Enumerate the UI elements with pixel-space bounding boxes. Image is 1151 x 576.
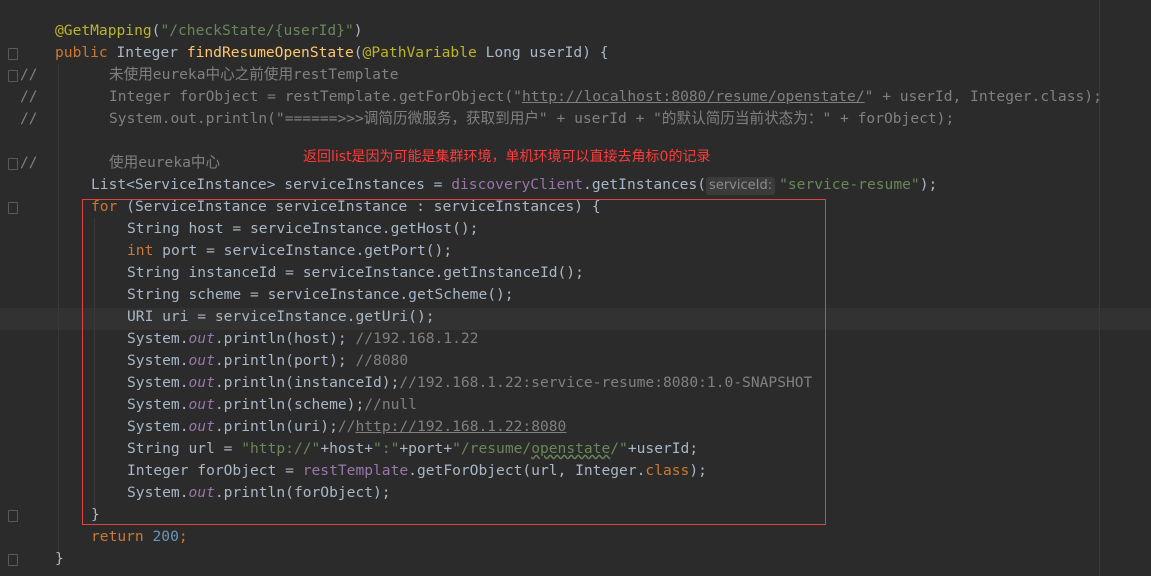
fold-marker-icon[interactable] [8, 510, 18, 522]
parameter-hint: serviceId: [706, 177, 776, 195]
comment-marker: // [20, 110, 38, 127]
url-link[interactable]: http://localhost:8080/resume/openstate/ [522, 88, 865, 105]
fold-marker-icon[interactable] [8, 48, 18, 60]
comment-marker: // [20, 154, 38, 171]
fold-marker-icon[interactable] [8, 554, 18, 566]
code-line-5[interactable]: System.out.println("======>>>调简历微服务，获取到用… [109, 108, 954, 130]
code-line-23[interactable]: return 200; [91, 526, 188, 548]
code-line-6[interactable]: 使用eureka中心 [109, 152, 220, 174]
indent-guide [58, 64, 59, 552]
code-editor[interactable]: @GetMapping("/checkState/{userId}") publ… [0, 0, 1151, 576]
string-token: "/checkState/{userId}" [160, 22, 354, 39]
code-line-7[interactable]: List<ServiceInstance> serviceInstances =… [91, 174, 937, 196]
method-name: findResumeOpenState [186, 44, 354, 61]
red-annotation-text: 返回list是因为可能是集群环境，单机环境可以直接去角标0的记录 [303, 149, 711, 165]
code-line-24[interactable]: } [55, 548, 64, 570]
fold-marker-icon[interactable] [8, 202, 18, 214]
code-line-2[interactable]: public Integer findResumeOpenState(@Path… [55, 42, 609, 64]
code-line-4[interactable]: Integer forObject = restTemplate.getForO… [109, 86, 1102, 108]
comment-marker: // [20, 66, 38, 83]
red-highlight-box [82, 199, 826, 525]
fold-marker-icon[interactable] [8, 70, 18, 82]
code-line-3[interactable]: 未使用eureka中心之前使用restTemplate [109, 64, 399, 86]
comment-marker: // [20, 88, 38, 105]
annotation-token: @GetMapping [55, 22, 152, 39]
code-line-1[interactable]: @GetMapping("/checkState/{userId}") [55, 20, 363, 42]
fold-marker-icon[interactable] [8, 158, 18, 170]
